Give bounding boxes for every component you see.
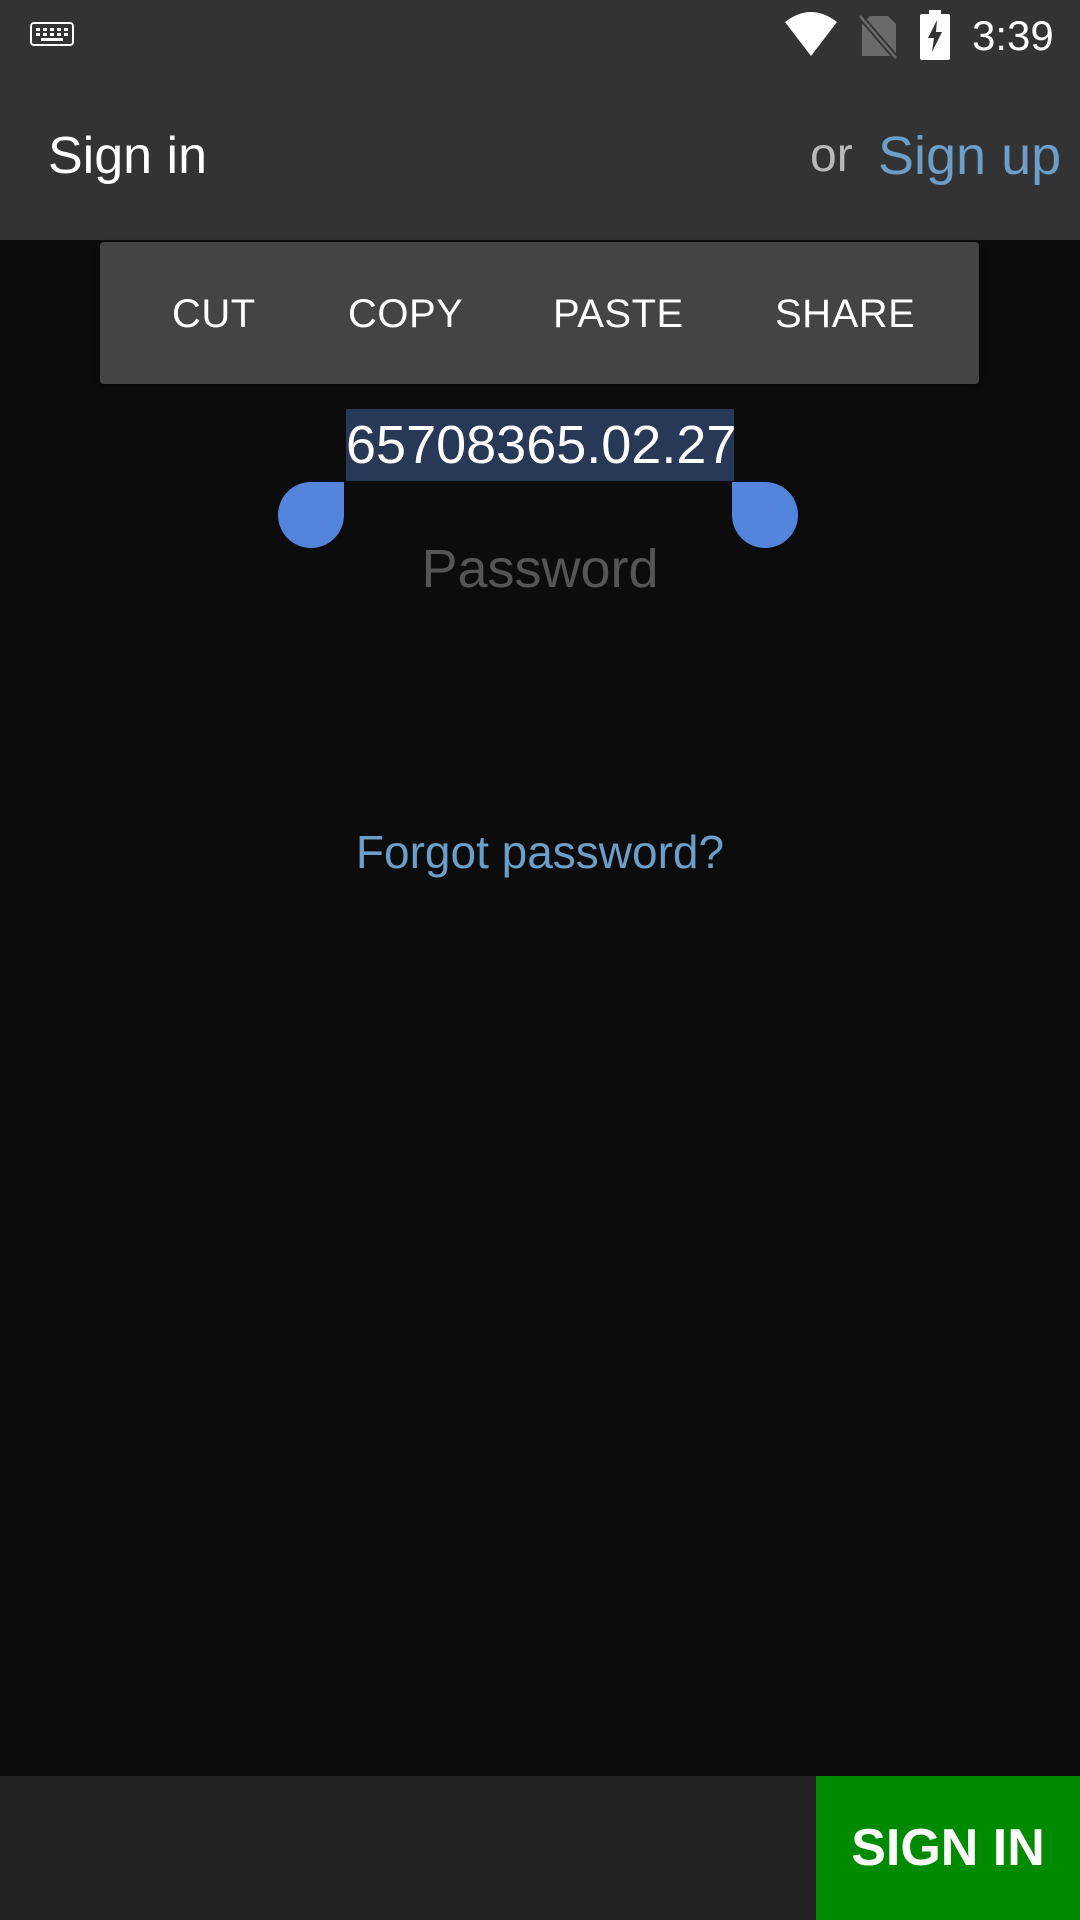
password-field[interactable]: Password bbox=[0, 536, 1080, 602]
sign-up-link[interactable]: Sign up bbox=[878, 126, 1061, 186]
battery-charging-icon bbox=[920, 10, 950, 60]
sign-in-button[interactable]: SIGN IN bbox=[816, 1776, 1080, 1920]
sign-in-button-label: SIGN IN bbox=[851, 1819, 1045, 1877]
paste-button[interactable]: PASTE bbox=[553, 292, 684, 336]
status-time: 3:39 bbox=[972, 12, 1054, 59]
keyboard-icon bbox=[30, 22, 74, 46]
forgot-password-link[interactable]: Forgot password? bbox=[0, 824, 1080, 880]
login-field-value: 65708365.02.27 bbox=[346, 415, 737, 475]
app-bar: Sign in or Sign up bbox=[0, 72, 1080, 240]
copy-button[interactable]: COPY bbox=[348, 292, 463, 336]
login-field[interactable]: 65708365.02.27 bbox=[346, 409, 737, 481]
cut-button[interactable]: CUT bbox=[172, 292, 256, 336]
page-title: Sign in bbox=[48, 127, 207, 185]
text-selection-menu: CUT COPY PASTE SHARE bbox=[100, 242, 979, 384]
share-button[interactable]: SHARE bbox=[775, 292, 915, 336]
status-bar: 3:39 bbox=[0, 0, 1080, 72]
no-sim-icon bbox=[858, 14, 898, 60]
wifi-icon bbox=[785, 12, 837, 56]
or-label: or bbox=[810, 129, 853, 182]
